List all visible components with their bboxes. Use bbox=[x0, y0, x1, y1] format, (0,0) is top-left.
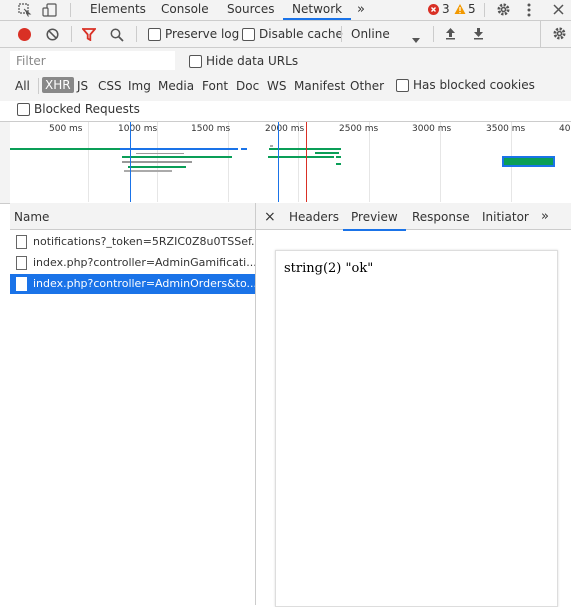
timeline-tick: 500 ms bbox=[49, 124, 83, 134]
more-detail-tabs-button[interactable]: » bbox=[541, 207, 549, 229]
name-header-label: Name bbox=[14, 210, 50, 224]
devtools-tabbar: Elements Console Sources Network » 3 5 bbox=[0, 0, 571, 21]
more-tabs-button[interactable]: » bbox=[357, 0, 365, 19]
preserve-log-label[interactable]: Preserve log bbox=[165, 27, 239, 41]
blocked-requests-checkbox[interactable] bbox=[17, 103, 30, 116]
search-icon[interactable] bbox=[110, 28, 124, 42]
request-row[interactable]: index.php?controller=AdminGamificati... bbox=[10, 253, 255, 273]
clear-icon[interactable] bbox=[46, 28, 59, 41]
domcontentloaded-marker bbox=[130, 122, 131, 202]
file-icon bbox=[16, 235, 27, 249]
has-blocked-cookies-label[interactable]: Has blocked cookies bbox=[413, 78, 535, 92]
hide-data-urls-checkbox[interactable] bbox=[189, 55, 202, 68]
timeline-bar bbox=[122, 161, 192, 163]
tab-sources[interactable]: Sources bbox=[227, 0, 274, 19]
tab-elements[interactable]: Elements bbox=[90, 0, 146, 19]
import-har-icon[interactable] bbox=[445, 27, 456, 40]
type-filter-media[interactable]: Media bbox=[158, 79, 194, 93]
timeline-tick: 400 bbox=[559, 124, 571, 134]
device-toolbar-icon[interactable] bbox=[42, 3, 58, 17]
filter-bar: Filter Hide data URLs All XHR JS CSS Img… bbox=[0, 48, 571, 116]
timeline-tick: 2000 ms bbox=[265, 124, 305, 134]
chevron-down-icon[interactable] bbox=[412, 32, 420, 43]
request-row[interactable]: notifications?_token=5RZIC0Z8u0TSSef... bbox=[10, 232, 255, 252]
hide-data-urls-label[interactable]: Hide data URLs bbox=[206, 54, 298, 68]
timeline-bar bbox=[241, 148, 247, 150]
timeline-bar bbox=[122, 156, 232, 158]
close-detail-button[interactable]: × bbox=[264, 207, 276, 229]
type-filter-img[interactable]: Img bbox=[128, 79, 151, 93]
request-row-selected[interactable]: index.php?controller=AdminOrders&to... bbox=[10, 274, 255, 294]
timeline-bar bbox=[315, 152, 339, 154]
timeline-tick: 3000 ms bbox=[412, 124, 452, 134]
throttling-select[interactable]: Online bbox=[351, 27, 390, 41]
tab-console[interactable]: Console bbox=[161, 0, 209, 19]
timeline-tick: 1500 ms bbox=[191, 124, 231, 134]
timeline-bar bbox=[336, 163, 341, 165]
timeline-bar bbox=[269, 148, 341, 150]
inspect-element-icon[interactable] bbox=[18, 3, 32, 17]
filter-input-placeholder: Filter bbox=[16, 54, 46, 68]
tab-headers[interactable]: Headers bbox=[289, 207, 339, 229]
tab-preview[interactable]: Preview bbox=[343, 207, 406, 231]
load-marker bbox=[306, 122, 307, 202]
export-har-icon[interactable] bbox=[473, 27, 484, 40]
timeline-bar bbox=[336, 156, 341, 158]
timeline-bar bbox=[124, 170, 172, 172]
timeline-tick: 3500 ms bbox=[486, 124, 526, 134]
settings-gear-icon[interactable] bbox=[496, 2, 511, 17]
warning-icon[interactable] bbox=[454, 3, 466, 15]
blocked-requests-label[interactable]: Blocked Requests bbox=[34, 102, 140, 116]
type-filter-xhr[interactable]: XHR bbox=[42, 77, 74, 93]
response-preview: string(2) "ok" bbox=[275, 250, 558, 607]
timeline-bar bbox=[502, 156, 555, 167]
timeline-bar bbox=[270, 145, 273, 147]
filter-icon[interactable] bbox=[81, 28, 97, 42]
timeline-bar bbox=[136, 153, 184, 154]
error-count: 3 bbox=[442, 2, 450, 16]
record-icon[interactable] bbox=[18, 28, 31, 41]
warning-count: 5 bbox=[468, 2, 476, 16]
timeline-bar bbox=[120, 148, 238, 150]
type-filter-other[interactable]: Other bbox=[350, 79, 384, 93]
tab-network[interactable]: Network bbox=[283, 0, 352, 20]
disable-cache-label[interactable]: Disable cache bbox=[259, 27, 343, 41]
request-name: notifications?_token=5RZIC0Z8u0TSSef... bbox=[33, 235, 255, 248]
filter-input[interactable]: Filter bbox=[10, 51, 175, 70]
domcontentloaded-marker bbox=[278, 122, 279, 202]
network-toolbar: Preserve log Disable cache Online bbox=[0, 21, 571, 48]
request-list: Name notifications?_token=5RZIC0Z8u0TSSe… bbox=[10, 203, 256, 605]
timeline-tick: 1000 ms bbox=[118, 124, 158, 134]
preview-content: string(2) "ok" bbox=[284, 261, 374, 276]
name-column-header[interactable]: Name bbox=[10, 203, 255, 230]
timeline-bar bbox=[128, 166, 186, 168]
request-name: index.php?controller=AdminOrders&to... bbox=[33, 277, 255, 290]
type-filter-js[interactable]: JS bbox=[77, 79, 88, 93]
error-icon[interactable] bbox=[428, 4, 439, 15]
file-icon bbox=[16, 256, 27, 270]
type-filter-all[interactable]: All bbox=[15, 79, 30, 93]
type-filter-manifest[interactable]: Manifest bbox=[294, 79, 345, 93]
type-filter-doc[interactable]: Doc bbox=[236, 79, 259, 93]
disable-cache-checkbox[interactable] bbox=[242, 28, 255, 41]
close-devtools-icon[interactable] bbox=[553, 4, 564, 15]
tab-response[interactable]: Response bbox=[412, 207, 470, 229]
file-icon bbox=[16, 277, 27, 291]
type-filter-ws[interactable]: WS bbox=[267, 79, 286, 93]
preserve-log-checkbox[interactable] bbox=[148, 28, 161, 41]
type-filter-font[interactable]: Font bbox=[202, 79, 228, 93]
customize-menu-icon[interactable] bbox=[526, 3, 532, 17]
has-blocked-cookies-checkbox[interactable] bbox=[396, 79, 409, 92]
network-settings-gear-icon[interactable] bbox=[552, 26, 567, 41]
type-filter-css[interactable]: CSS bbox=[98, 79, 122, 93]
tab-initiator[interactable]: Initiator bbox=[482, 207, 529, 229]
request-name: index.php?controller=AdminGamificati... bbox=[33, 256, 255, 269]
timeline-tick: 2500 ms bbox=[339, 124, 379, 134]
